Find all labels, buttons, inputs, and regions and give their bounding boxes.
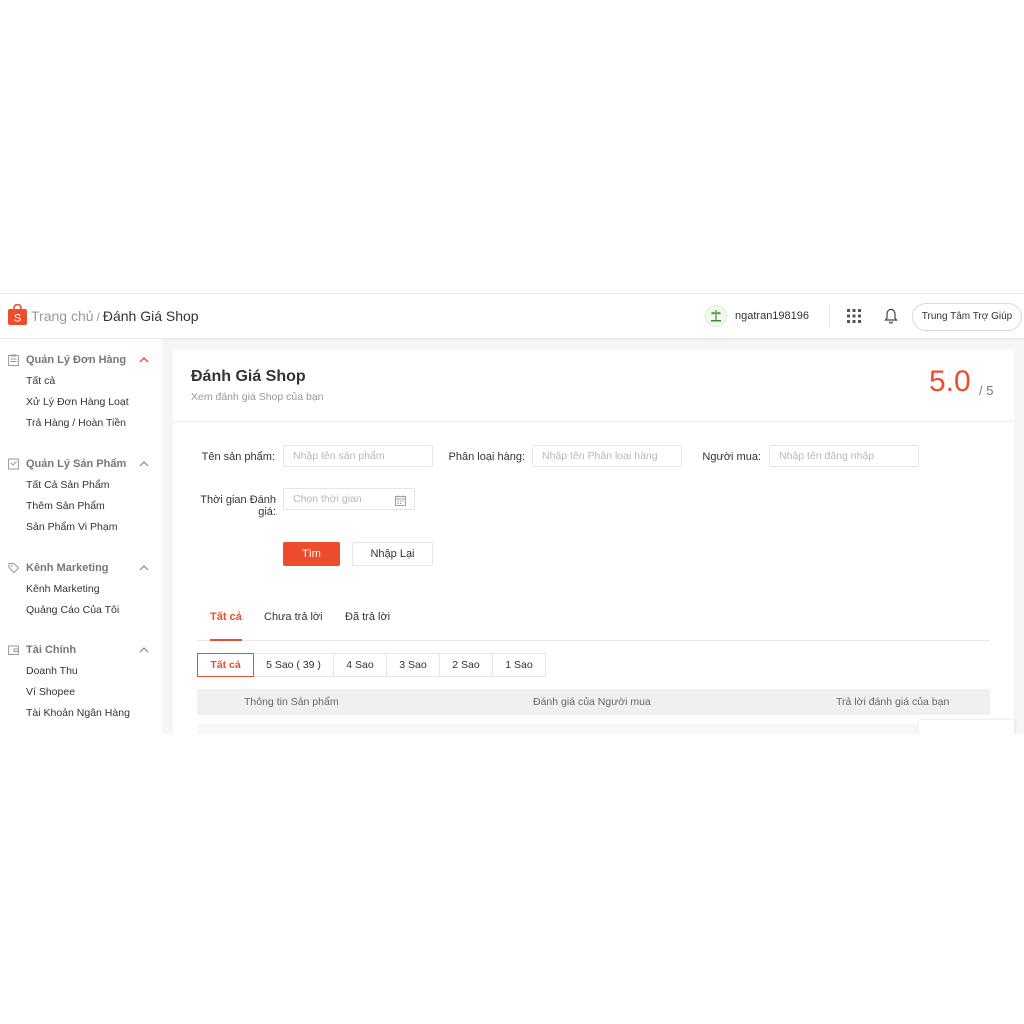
- top-bar: S Trang chủ / Đánh Giá Shop ngatran198196: [0, 294, 1024, 339]
- reply-status-tabs: Tất cả Chưa trả lời Đã trả lời: [197, 607, 990, 641]
- filter-2-star[interactable]: 2 Sao: [439, 653, 493, 677]
- sidebar-item-all-orders[interactable]: Tất cả: [26, 371, 162, 392]
- floating-panel: [919, 720, 1014, 734]
- sidebar-item-bank-account[interactable]: Tài Khoản Ngân Hàng: [26, 703, 162, 724]
- tab-all[interactable]: Tất cả: [210, 611, 242, 641]
- buyer-label: Người mua:: [702, 451, 761, 463]
- variant-input[interactable]: [532, 445, 682, 467]
- review-time-label: Thời gian Đánh giá:: [187, 494, 276, 518]
- breadcrumb-current: Đánh Giá Shop: [102, 308, 199, 324]
- product-box-icon: [8, 458, 19, 470]
- chevron-up-icon[interactable]: [139, 646, 149, 653]
- review-time-label-line1: Thời gian Đánh: [200, 494, 276, 506]
- shopee-logo-icon[interactable]: S: [8, 304, 27, 325]
- table-row: [197, 724, 917, 734]
- user-menu[interactable]: ngatran198196: [705, 304, 809, 328]
- breadcrumb-home-link[interactable]: Trang chủ: [31, 308, 94, 324]
- sidebar-item-revenue[interactable]: Doanh Thu: [26, 661, 162, 682]
- review-time-label-line2: giá:: [258, 506, 276, 518]
- search-button[interactable]: Tìm: [283, 542, 340, 566]
- username-label: ngatran198196: [735, 310, 810, 322]
- sidebar-section-marketing: Kênh Marketing Kênh Marketing Quảng Cáo …: [0, 559, 162, 621]
- clipboard-icon: [8, 354, 19, 366]
- sidebar-section-title: Tài Chính: [26, 644, 77, 656]
- filter-4-star[interactable]: 4 Sao: [333, 653, 387, 677]
- sidebar-section-finance: Tài Chính Doanh Thu Ví Shopee Tài Khoản …: [0, 641, 162, 724]
- divider: [173, 421, 1014, 422]
- reviews-table-header: Thông tin Sản phẩm Đánh giá của Người mu…: [197, 689, 990, 715]
- shop-rating-card: Đánh Giá Shop Xem đánh giá Shop của bạn …: [173, 349, 1014, 734]
- column-header-product: Thông tin Sản phẩm: [244, 696, 339, 708]
- star-filter-group: Tất cả 5 Sao ( 39 ) 4 Sao 3 Sao 2 Sao 1 …: [197, 653, 546, 677]
- filter-1-star[interactable]: 1 Sao: [492, 653, 546, 677]
- sidebar-section-title: Quản Lý Sản Phẩm: [26, 458, 127, 470]
- reset-button[interactable]: Nhập Lại: [352, 542, 433, 566]
- sidebar-item-my-ads[interactable]: Quảng Cáo Của Tôi: [26, 600, 162, 621]
- shop-rating-score: 5.0: [929, 365, 971, 398]
- column-header-your-reply: Trả lời đánh giá của bạn: [836, 696, 950, 708]
- breadcrumb-separator: /: [96, 310, 100, 324]
- column-header-buyer-review: Đánh giá của Người mua: [533, 696, 651, 708]
- sidebar-item-marketing-centre[interactable]: Kênh Marketing: [26, 579, 162, 600]
- sidebar-section-header[interactable]: Quản Lý Đơn Hàng: [0, 351, 162, 371]
- filter-3-star[interactable]: 3 Sao: [386, 653, 440, 677]
- sidebar-section-orders: Quản Lý Đơn Hàng Tất cả Xử Lý Đơn Hàng L…: [0, 351, 162, 434]
- variant-label: Phân loại hàng:: [448, 451, 525, 463]
- seller-centre-window: S Trang chủ / Đánh Giá Shop ngatran198196: [0, 293, 1024, 734]
- sidebar-section-header[interactable]: Kênh Marketing: [0, 559, 162, 579]
- sidebar: Quản Lý Đơn Hàng Tất cả Xử Lý Đơn Hàng L…: [0, 339, 162, 734]
- sidebar-section-title: Kênh Marketing: [26, 562, 109, 574]
- header-divider: [829, 304, 830, 328]
- product-name-input[interactable]: [283, 445, 433, 467]
- tab-unreplied[interactable]: Chưa trả lời: [264, 611, 323, 639]
- bell-icon[interactable]: [884, 308, 898, 324]
- sidebar-section-title: Quản Lý Đơn Hàng: [26, 354, 127, 366]
- svg-text:S: S: [14, 313, 21, 325]
- chevron-up-icon[interactable]: [139, 356, 149, 363]
- sidebar-section-products: Quản Lý Sản Phẩm Tất Cả Sản Phẩm Thêm Sả…: [0, 455, 162, 538]
- apps-grid-icon[interactable]: [847, 309, 861, 323]
- filter-5-star[interactable]: 5 Sao ( 39 ): [253, 653, 334, 677]
- filter-all[interactable]: Tất cả: [197, 653, 254, 677]
- sidebar-item-mass-ship[interactable]: Xử Lý Đơn Hàng Loạt: [26, 392, 162, 413]
- sidebar-item-all-products[interactable]: Tất Cả Sản Phẩm: [26, 475, 162, 496]
- avatar: [705, 305, 727, 327]
- calendar-icon[interactable]: [395, 495, 406, 506]
- wallet-icon: [8, 645, 19, 655]
- sidebar-section-header[interactable]: Quản Lý Sản Phẩm: [0, 455, 162, 475]
- buyer-input[interactable]: [769, 445, 919, 467]
- sidebar-item-shopee-wallet[interactable]: Ví Shopee: [26, 682, 162, 703]
- sidebar-item-add-product[interactable]: Thêm Sản Phẩm: [26, 496, 162, 517]
- help-center-button[interactable]: Trung Tâm Trợ Giúp: [912, 303, 1022, 331]
- page-title: Đánh Giá Shop: [191, 368, 306, 385]
- chevron-up-icon[interactable]: [139, 564, 149, 571]
- tag-icon: [8, 563, 19, 574]
- shop-rating-max: / 5: [979, 383, 994, 398]
- product-name-label: Tên sản phẩm:: [201, 451, 275, 463]
- breadcrumb: Trang chủ / Đánh Giá Shop: [31, 308, 199, 324]
- sidebar-item-violations[interactable]: Sản Phẩm Vi Phạm: [26, 517, 162, 538]
- tab-replied[interactable]: Đã trả lời: [345, 611, 390, 639]
- sidebar-item-returns[interactable]: Trả Hàng / Hoàn Tiền: [26, 413, 162, 434]
- page-subtitle: Xem đánh giá Shop của bạn: [191, 391, 324, 403]
- chevron-up-icon[interactable]: [139, 460, 149, 467]
- sidebar-section-header[interactable]: Tài Chính: [0, 641, 162, 661]
